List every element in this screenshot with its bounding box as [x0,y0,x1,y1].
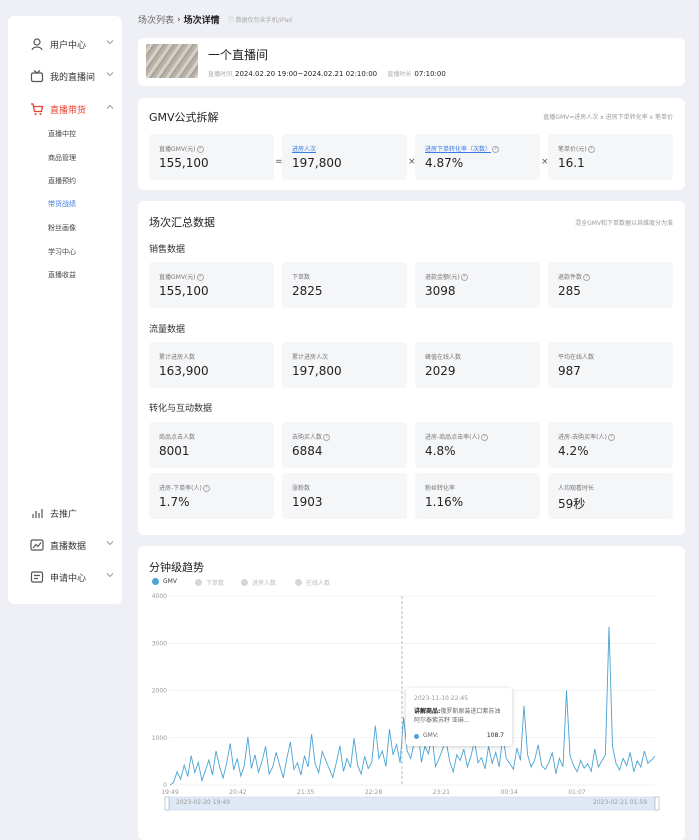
slider-start-label: 2023-02-20 19:49 [176,799,231,806]
metric-peak-online: 峰值在线人数 2029 [415,342,540,388]
metric-total-visits: 累计进房人次 197,800 [282,342,407,388]
gmv-formula-note: 直播GMV=进房人次 x 进房下单转化率 x 笔单价 [543,114,673,121]
sub-item-live-control[interactable]: 直播中控 [48,129,76,139]
sub-item-learning-center[interactable]: 学习中心 [48,247,76,257]
help-icon[interactable]: ? [202,485,210,492]
help-icon[interactable]: ? [196,146,204,153]
chevron-down-icon [106,72,114,77]
metric-entries: 进房人次 197,800 [282,134,407,180]
slider-end-label: 2023-02-21 01:59 [593,799,648,806]
sidebar: 用户中心 我的直播间 直播带货 直播中控 商品管理 直播预约 带货战绩 粉丝画像… [8,16,122,604]
sub-item-live-earnings[interactable]: 直播收益 [48,270,76,280]
metric-order-rate: 进房-下单率(人)? 1.7% [149,473,274,519]
sidebar-item-promote[interactable]: 去推广 [8,502,122,524]
metric-refund-amount: 退款金额(元)? 3098 [415,262,540,308]
legend-gmv[interactable]: GMV [152,578,177,585]
sidebar-item-label: 用户中心 [50,41,87,51]
metric-refund-items: 退款件数? 285 [548,262,673,308]
live-room-icon [30,70,44,83]
summary-note: 混全GMV和下单数据以其维度分为准 [575,220,673,227]
metric-average-online: 平均在线人数 987 [548,342,673,388]
chevron-up-icon [106,104,114,109]
metric-gmv: 直播GMV(元)? 155,100 [149,134,274,180]
traffic-section-label: 流量数据 [149,325,186,335]
sub-item-product-management[interactable]: 商品管理 [48,153,76,163]
gmv-title: GMV公式拆解 [149,111,219,124]
metric-orders: 下单数 2825 [282,262,407,308]
sidebar-item-user-center[interactable]: 用户中心 [8,33,122,55]
legend-dot-icon [152,578,159,585]
legend-visitors[interactable]: 进房人数 [241,578,276,587]
metric-click-rate: 进房-商品点击率(人)? 4.8% [415,422,540,468]
series-dot-icon [414,734,419,739]
breadcrumb-session-detail: 场次详情 [183,16,220,26]
live-room-name: 一个直播间 [208,48,269,62]
help-icon[interactable]: ? [587,146,595,153]
help-icon[interactable]: ? [583,274,591,281]
sidebar-item-live-selling[interactable]: 直播带货 [8,98,122,120]
sub-item-sales-record[interactable]: 带货战绩 [48,199,76,209]
metric-unit-price: 笔单价(元)? 16.1 [548,134,673,180]
chevron-down-icon [106,541,114,546]
legend-online[interactable]: 在线人数 [295,578,330,587]
breadcrumb-hint: ⓘ 数据仅包含手机/iPad [227,17,293,24]
metric-order-conversion: 进房下单转化率（次数）? 4.87% [415,134,540,180]
sidebar-item-label: 申请中心 [50,574,87,584]
application-icon [30,571,44,583]
chevron-right-icon: › [177,14,181,25]
metric-fan-conversion: 粉丝转化率 1.16% [415,473,540,519]
live-room-thumbnail [146,44,198,78]
help-icon[interactable]: ? [492,146,500,153]
legend-dot-icon [195,579,202,586]
shopping-cart-icon [31,103,44,115]
help-icon[interactable]: ? [480,434,488,441]
conversion-section-label: 转化与互动数据 [149,404,213,414]
help-icon[interactable]: ? [460,274,468,281]
live-room-card: 一个直播间 直播时间 2024.02.20 19:00~2024.02.21 02… [138,38,685,86]
chevron-down-icon [106,40,114,45]
chevron-down-icon [106,573,114,578]
chart-tooltip: 2023-11-10 22:45 讲解商品:俄罗斯原装进口紫苏油 阿尔泰紫苏籽 … [406,688,512,746]
sales-section-label: 销售数据 [149,245,186,255]
help-icon[interactable]: ? [196,274,204,281]
sidebar-item-application-center[interactable]: 申请中心 [8,566,122,588]
sidebar-item-label: 直播数据 [50,542,87,552]
sidebar-item-my-live-room[interactable]: 我的直播间 [8,65,122,87]
metric-total-visitors: 累计进房人数 163,900 [149,342,274,388]
trend-title: 分钟级趋势 [149,561,204,574]
live-room-meta: 直播时间 2024.02.20 19:00~2024.02.21 02:10:00… [208,70,446,78]
sub-item-fan-profile[interactable]: 粉丝画像 [48,223,76,233]
help-icon[interactable]: ? [607,434,615,441]
sidebar-item-label: 我的直播间 [50,73,96,83]
sidebar-item-live-data[interactable]: 直播数据 [8,534,122,556]
user-circle-icon [31,38,43,51]
sub-item-live-reservation[interactable]: 直播预约 [48,176,76,186]
metric-new-followers: 涨粉数 1903 [282,473,407,519]
summary-title: 场次汇总数据 [149,216,215,229]
metric-purchase-rate: 进房-去购买率(人)? 4.2% [548,422,673,468]
breadcrumb: 场次列表 › 场次详情 ⓘ 数据仅包含手机/iPad [138,13,293,27]
bar-chart-icon [32,509,43,518]
line-chart-icon [30,539,44,551]
metric-sales-gmv: 直播GMV(元)? 155,100 [149,262,274,308]
legend-dot-icon [241,579,248,586]
legend-dot-icon [295,579,302,586]
metric-buyers: 去购买人数? 6884 [282,422,407,468]
breadcrumb-session-list[interactable]: 场次列表 [138,13,174,26]
sidebar-item-label: 去推广 [50,510,78,520]
sidebar-item-label: 直播带货 [50,106,87,116]
help-icon[interactable]: ? [323,434,331,441]
metric-product-clicks: 商品点击人数 8001 [149,422,274,468]
metric-avg-watch-time: 人均观看时长 59秒 [548,473,673,519]
legend-orders[interactable]: 下单数 [195,578,224,587]
